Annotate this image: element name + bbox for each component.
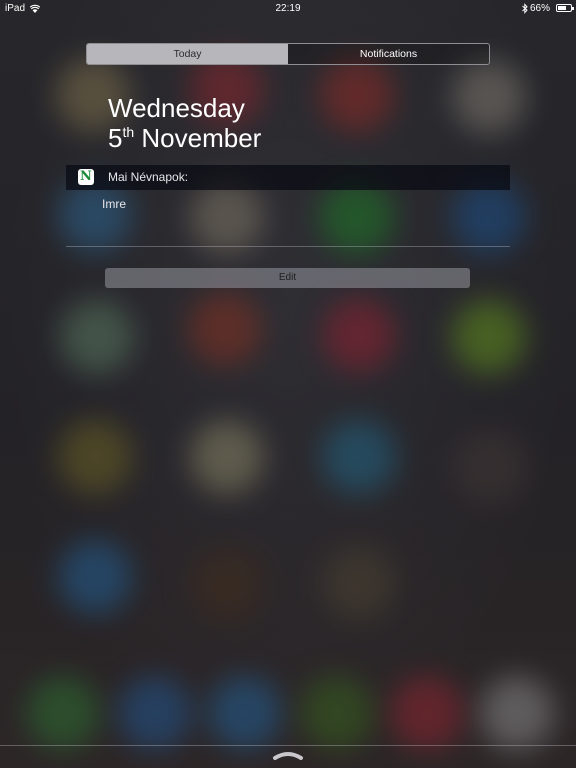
tab-notifications[interactable]: Notifications xyxy=(288,44,489,64)
day-suffix: th xyxy=(122,124,135,140)
edit-button[interactable]: Edit xyxy=(105,268,470,288)
widget-header[interactable]: N Mai Névnapok: xyxy=(66,165,510,190)
today-date: Wednesday 5th November xyxy=(108,93,261,153)
bottom-divider xyxy=(0,745,576,746)
day-number: 5 xyxy=(108,123,123,153)
divider xyxy=(66,246,510,247)
battery-icon xyxy=(556,4,574,12)
weekday: Wednesday xyxy=(108,93,245,123)
widget-title: Mai Névnapok: xyxy=(108,170,189,184)
date-line: 5th November xyxy=(108,123,261,153)
battery-percent: 66% xyxy=(529,3,550,14)
status-bar: iPad 22:19 66% xyxy=(0,0,576,18)
bluetooth-icon xyxy=(522,3,528,14)
widget-content: Imre xyxy=(102,197,126,211)
status-time: 22:19 xyxy=(275,3,301,14)
blurred-home-screen-background xyxy=(0,0,576,768)
month: November xyxy=(141,123,262,153)
close-grabber-icon[interactable] xyxy=(270,748,306,762)
dim-overlay xyxy=(0,0,576,768)
nevnap-app-icon: N xyxy=(78,169,94,185)
notification-center-segmented-control: Today Notifications xyxy=(86,43,490,65)
tab-today[interactable]: Today xyxy=(87,44,288,64)
